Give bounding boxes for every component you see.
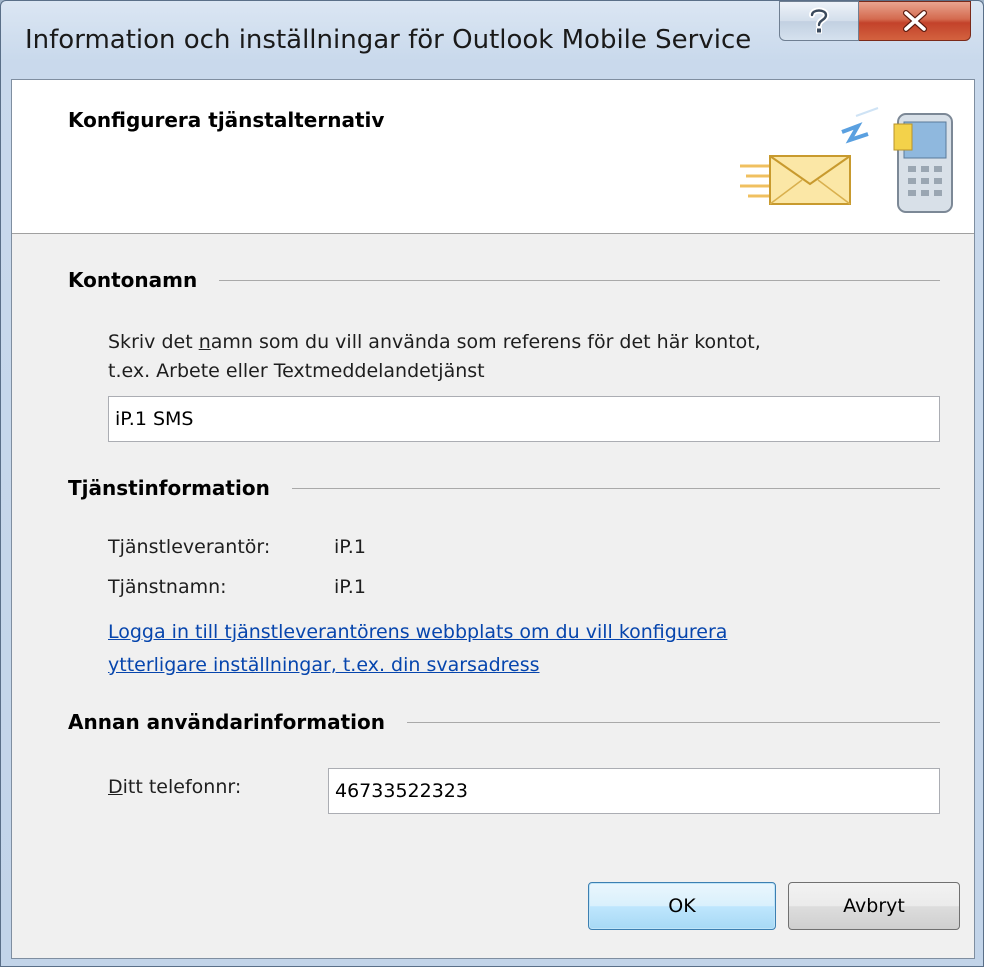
provider-value: iP.1: [334, 536, 366, 558]
description-line-1: Skriv det namn som du vill använda som r…: [108, 331, 761, 353]
section-divider: [406, 721, 940, 723]
link-line-2[interactable]: ytterligare inställningar, t.ex. din sva…: [108, 649, 727, 682]
dialog-body: Konfigurera tjänstalternativ Kontonamn S…: [11, 79, 975, 959]
provider-row: Tjänstleverantör: iP.1: [108, 536, 366, 558]
phone-label: Ditt telefonnr:: [108, 776, 242, 798]
provider-website-link[interactable]: Logga in till tjänstleverantörens webbpl…: [108, 616, 727, 682]
help-button[interactable]: [779, 1, 859, 41]
provider-label: Tjänstleverantör:: [108, 536, 271, 558]
caption-buttons: [779, 1, 971, 41]
close-button[interactable]: [859, 1, 971, 41]
account-name-section-header: Kontonamn: [68, 268, 940, 292]
service-name-row: Tjänstnamn: iP.1: [108, 576, 366, 598]
dialog-window: Information och inställningar för Outloo…: [0, 0, 984, 967]
service-name-value: iP.1: [334, 576, 366, 598]
header-title: Konfigurera tjänstalternativ: [68, 108, 385, 132]
section-divider: [219, 279, 940, 281]
phone-number-input[interactable]: 46733522323: [328, 768, 940, 814]
link-line-1[interactable]: Logga in till tjänstleverantörens webbpl…: [108, 616, 727, 649]
title-bar[interactable]: Information och inställningar för Outloo…: [1, 1, 983, 81]
account-name-heading: Kontonamn: [68, 268, 198, 292]
header-banner: Konfigurera tjänstalternativ: [12, 80, 974, 234]
service-info-heading: Tjänstinformation: [68, 476, 270, 500]
ok-button[interactable]: OK: [588, 882, 776, 930]
service-name-label: Tjänstnamn:: [108, 576, 227, 598]
description-line-2: t.ex. Arbete eller Textmeddelandetjänst: [108, 360, 485, 382]
other-user-info-heading: Annan användarinformation: [68, 710, 385, 734]
help-question-icon: [809, 7, 830, 34]
account-name-description: Skriv det namn som du vill använda som r…: [108, 328, 761, 386]
window-title: Information och inställningar för Outloo…: [25, 25, 752, 55]
service-info-section-header: Tjänstinformation: [68, 476, 940, 500]
mail-to-mobile-icon: [740, 107, 953, 213]
section-divider: [291, 487, 940, 489]
cancel-button[interactable]: Avbryt: [788, 882, 960, 930]
account-name-input[interactable]: iP.1 SMS: [108, 396, 940, 442]
close-x-icon: [902, 10, 927, 32]
other-user-info-section-header: Annan användarinformation: [68, 710, 940, 734]
